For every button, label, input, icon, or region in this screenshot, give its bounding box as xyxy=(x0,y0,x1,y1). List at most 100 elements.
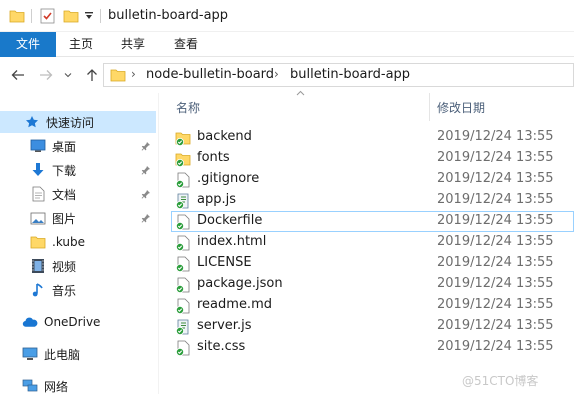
file-row[interactable]: fonts 2019/12/24 13:55 xyxy=(171,148,574,169)
title-bar: bulletin-board-app xyxy=(0,0,574,32)
sort-ascending-icon xyxy=(296,89,305,99)
file-date: 2019/12/24 13:55 xyxy=(437,297,554,312)
sidebar-item-onedrive[interactable]: OneDrive xyxy=(0,311,156,333)
script-synced-icon xyxy=(175,193,191,209)
folder-icon xyxy=(110,68,126,82)
file-date: 2019/12/24 13:55 xyxy=(437,213,554,228)
sidebar-item-label: 桌面 xyxy=(52,139,77,154)
file-row[interactable]: site.css 2019/12/24 13:55 xyxy=(171,337,574,358)
sidebar-item-label: 视频 xyxy=(52,259,77,274)
tab-share[interactable]: 共享 xyxy=(108,32,158,57)
file-row[interactable]: LICENSE 2019/12/24 13:55 xyxy=(171,253,574,274)
file-date: 2019/12/24 13:55 xyxy=(437,171,554,186)
pin-icon[interactable] xyxy=(140,188,152,200)
file-name: readme.md xyxy=(197,297,272,312)
computer-icon xyxy=(22,346,38,362)
file-row[interactable]: server.js 2019/12/24 13:55 xyxy=(171,316,574,337)
column-divider[interactable] xyxy=(429,93,430,121)
file-row[interactable]: readme.md 2019/12/24 13:55 xyxy=(171,295,574,316)
sidebar-item-music[interactable]: 音乐 xyxy=(0,279,156,301)
breadcrumb-separator[interactable]: › xyxy=(131,67,136,81)
back-arrow-icon[interactable] xyxy=(10,67,26,83)
file-date: 2019/12/24 13:55 xyxy=(437,276,554,291)
sidebar-item-label: OneDrive xyxy=(44,315,101,329)
breadcrumb-bulletin-board-app[interactable]: bulletin-board-app xyxy=(290,67,410,82)
desktop-icon xyxy=(30,138,46,154)
pin-icon[interactable] xyxy=(140,212,152,224)
file-synced-icon xyxy=(175,340,191,356)
new-folder-icon[interactable] xyxy=(62,7,80,25)
tab-file[interactable]: 文件 xyxy=(0,32,56,57)
file-name: Dockerfile xyxy=(197,213,263,228)
folder-synced-icon xyxy=(175,130,191,146)
pictures-icon xyxy=(30,210,46,226)
file-synced-icon xyxy=(175,172,191,188)
file-row[interactable]: .gitignore 2019/12/24 13:55 xyxy=(171,169,574,190)
breadcrumb-node-bulletin-board[interactable]: node-bulletin-board xyxy=(146,67,274,82)
pin-icon[interactable] xyxy=(140,140,152,152)
folder-synced-icon xyxy=(175,151,191,167)
folder-icon xyxy=(8,7,26,25)
window-title: bulletin-board-app xyxy=(108,8,229,23)
script-synced-icon xyxy=(175,319,191,335)
file-name: LICENSE xyxy=(197,255,252,270)
sidebar-item-desktop[interactable]: 桌面 xyxy=(0,135,156,157)
customize-toolbar-icon[interactable] xyxy=(82,7,96,25)
properties-icon[interactable] xyxy=(38,7,56,25)
file-date: 2019/12/24 13:55 xyxy=(437,318,554,333)
sidebar-item-documents[interactable]: 文档 xyxy=(0,183,156,205)
cloud-icon xyxy=(22,314,38,330)
file-synced-icon xyxy=(175,277,191,293)
breadcrumb-separator[interactable]: › xyxy=(274,67,279,81)
file-row[interactable]: index.html 2019/12/24 13:55 xyxy=(171,232,574,253)
folder-icon xyxy=(30,234,46,250)
file-name: site.css xyxy=(197,339,246,354)
document-icon xyxy=(30,186,46,202)
file-name: index.html xyxy=(197,234,267,249)
divider xyxy=(31,9,32,23)
navigation-bar: › node-bulletin-board › bulletin-board-a… xyxy=(0,57,574,93)
file-name: .gitignore xyxy=(197,171,260,186)
file-name: fonts xyxy=(197,150,230,165)
sidebar-item-quick-access[interactable]: 快速访问 xyxy=(0,111,156,133)
file-row[interactable]: app.js 2019/12/24 13:55 xyxy=(171,190,574,211)
file-synced-icon xyxy=(175,298,191,314)
file-name: package.json xyxy=(197,276,283,291)
file-date: 2019/12/24 13:55 xyxy=(437,339,554,354)
file-row[interactable]: backend 2019/12/24 13:55 xyxy=(171,127,574,148)
file-row[interactable]: Dockerfile 2019/12/24 13:55 xyxy=(171,211,574,232)
pin-icon[interactable] xyxy=(140,164,152,176)
sidebar-item-label: 音乐 xyxy=(52,283,77,298)
sidebar-item-kube[interactable]: .kube xyxy=(0,231,156,253)
sidebar-item-label: 文档 xyxy=(52,187,77,202)
column-header-name[interactable]: 名称 xyxy=(176,99,200,116)
file-date: 2019/12/24 13:55 xyxy=(437,234,554,249)
recent-locations-chevron-icon[interactable] xyxy=(62,67,74,83)
video-icon xyxy=(30,258,46,274)
file-date: 2019/12/24 13:55 xyxy=(437,150,554,165)
file-date: 2019/12/24 13:55 xyxy=(437,129,554,144)
file-synced-icon xyxy=(175,235,191,251)
download-icon xyxy=(30,162,46,178)
sidebar-item-network[interactable]: 网络 xyxy=(0,375,156,394)
forward-arrow-icon[interactable] xyxy=(38,67,54,83)
address-bar[interactable]: › node-bulletin-board › bulletin-board-a… xyxy=(103,63,574,87)
sidebar-item-label: .kube xyxy=(52,235,85,249)
sidebar-item-this-pc[interactable]: 此电脑 xyxy=(0,343,156,365)
file-name: server.js xyxy=(197,318,252,333)
up-arrow-icon[interactable] xyxy=(84,67,100,83)
file-synced-icon xyxy=(175,256,191,272)
sidebar-item-pictures[interactable]: 图片 xyxy=(0,207,156,229)
file-date: 2019/12/24 13:55 xyxy=(437,255,554,270)
tab-view[interactable]: 查看 xyxy=(160,32,212,57)
sidebar-item-downloads[interactable]: 下载 xyxy=(0,159,156,181)
file-name: backend xyxy=(197,129,252,144)
file-date: 2019/12/24 13:55 xyxy=(437,192,554,207)
tab-home[interactable]: 主页 xyxy=(56,32,106,57)
column-header-modified[interactable]: 修改日期 xyxy=(437,99,485,116)
watermark: @51CTO博客 xyxy=(462,374,539,388)
file-row[interactable]: package.json 2019/12/24 13:55 xyxy=(171,274,574,295)
network-icon xyxy=(22,378,38,394)
navigation-pane: 快速访问 桌面 下载 文档 图片 .kube 视频 音乐 OneDrive 此电… xyxy=(0,93,158,394)
sidebar-item-videos[interactable]: 视频 xyxy=(0,255,156,277)
